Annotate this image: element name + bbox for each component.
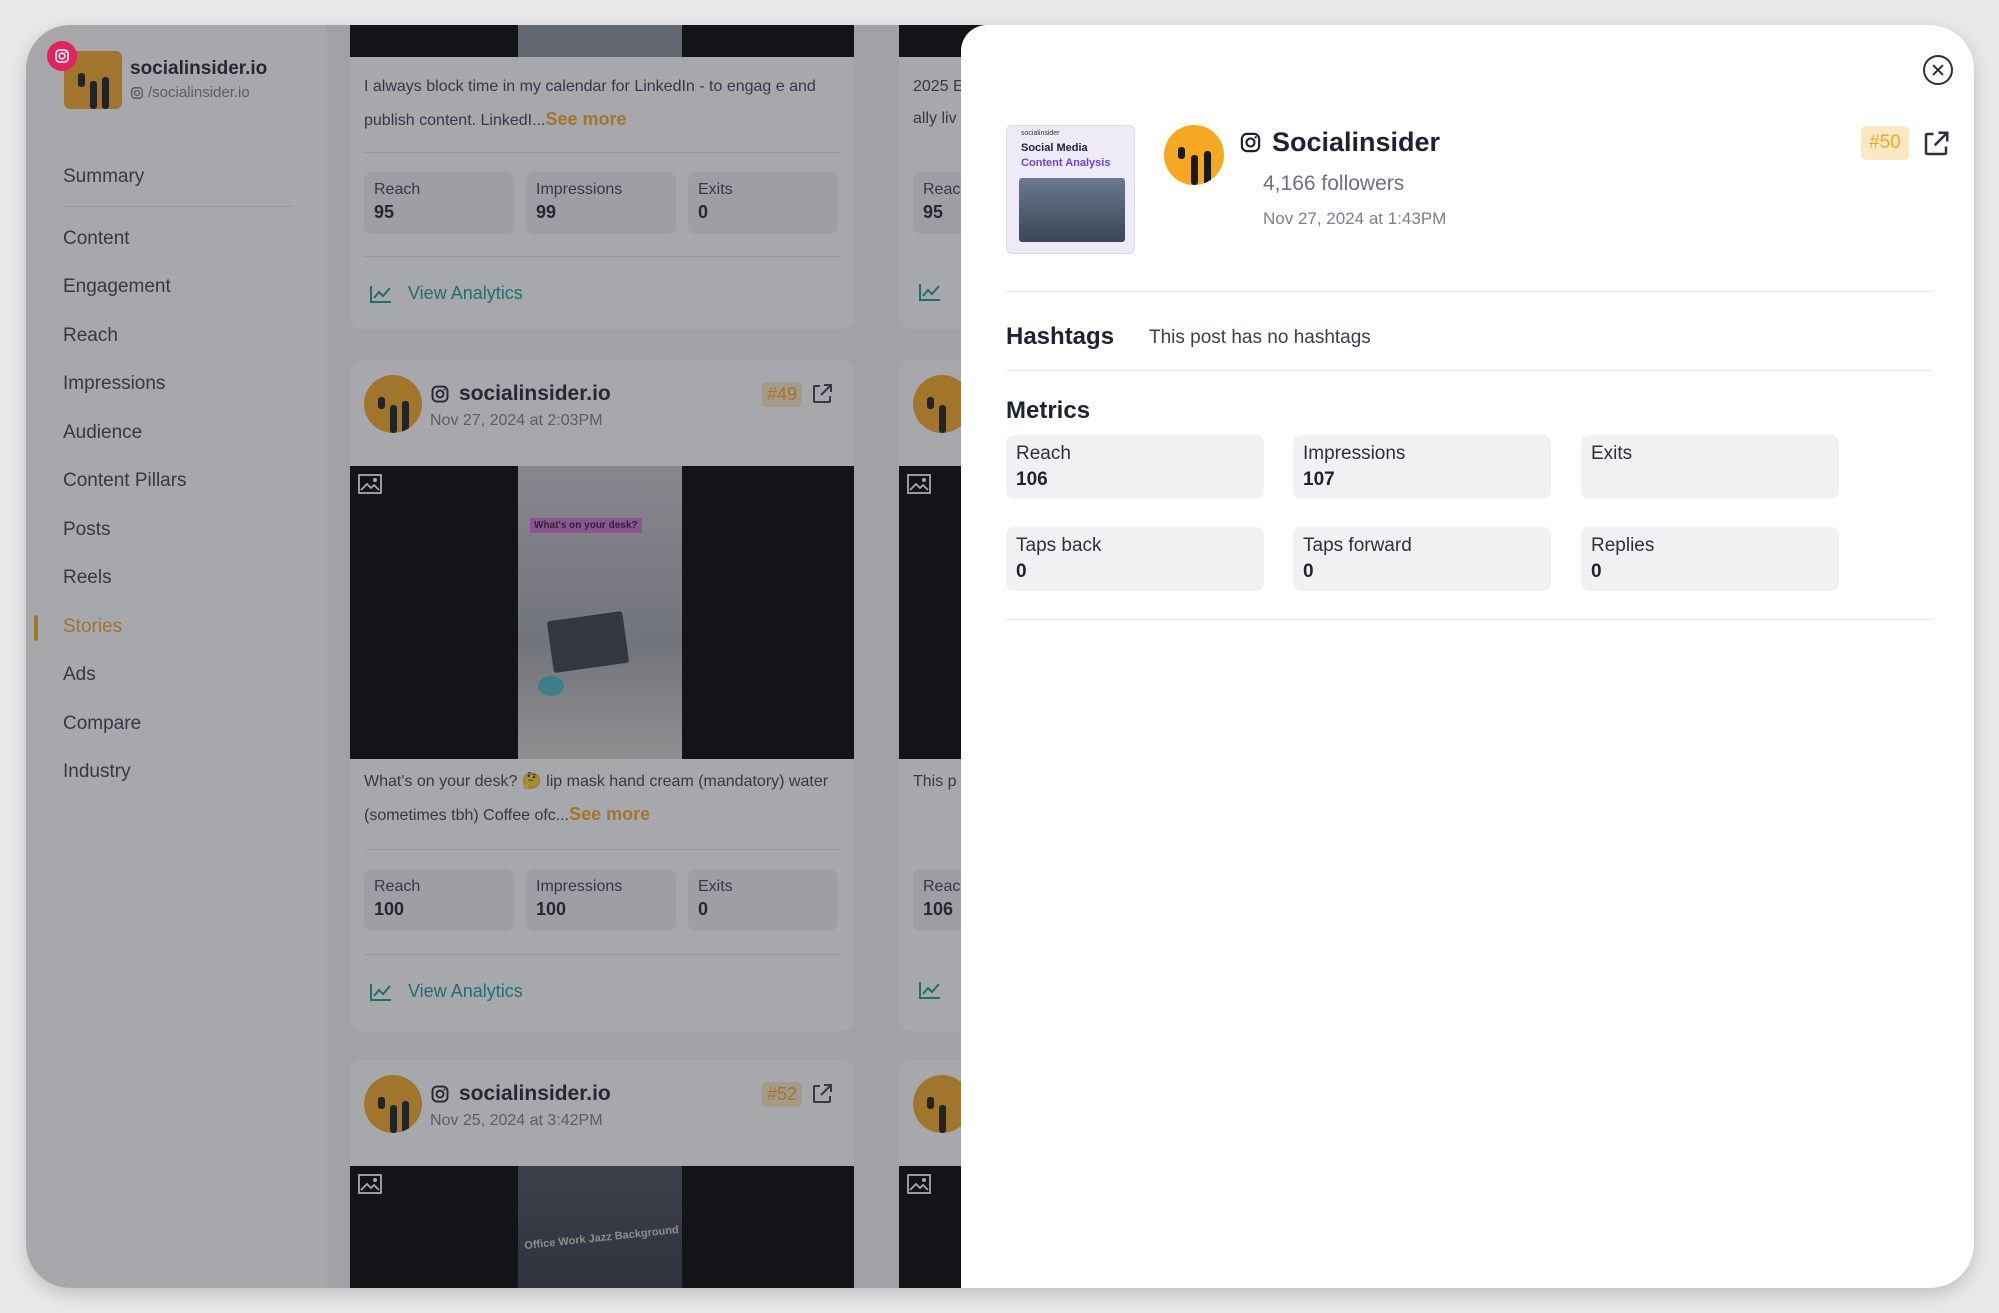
story-detail-panel: socialinsider Social Media Content Analy… <box>961 25 1974 1288</box>
story-preview-image[interactable]: socialinsider Social Media Content Analy… <box>1006 125 1135 254</box>
post-date: Nov 27, 2024 at 1:43PM <box>1263 209 1447 228</box>
metric-exits: Exits <box>1581 435 1839 499</box>
detail-account-name[interactable]: Socialinsider <box>1239 127 1440 158</box>
close-icon[interactable] <box>1923 55 1953 85</box>
avatar <box>1164 125 1224 185</box>
instagram-badge-icon <box>47 41 77 71</box>
hashtags-heading: Hashtags <box>1006 323 1115 350</box>
metrics-heading: Metrics <box>1006 397 1091 424</box>
metric-reach: Reach 106 <box>1006 435 1264 499</box>
rank-badge: #50 <box>1861 126 1909 160</box>
metric-taps-back: Taps back 0 <box>1006 527 1264 591</box>
divider <box>1006 370 1932 371</box>
external-link-icon[interactable] <box>1921 129 1951 159</box>
metric-taps-forward: Taps forward 0 <box>1293 527 1551 591</box>
instagram-icon <box>1240 132 1261 153</box>
divider <box>1006 619 1932 620</box>
hashtags-empty-text: This post has no hashtags <box>1149 327 1371 348</box>
preview-subtitle: Content Analysis <box>1021 157 1111 169</box>
metric-replies: Replies 0 <box>1581 527 1839 591</box>
preview-logo-text: socialinsider <box>1021 130 1060 137</box>
metric-impressions: Impressions 107 <box>1293 435 1551 499</box>
preview-photo <box>1019 178 1125 242</box>
follower-count: 4,166 followers <box>1263 172 1405 195</box>
divider <box>1006 291 1932 292</box>
preview-title: Social Media <box>1021 142 1088 154</box>
app-window: socialinsider.io /socialinsider.io Summa… <box>26 25 1974 1288</box>
